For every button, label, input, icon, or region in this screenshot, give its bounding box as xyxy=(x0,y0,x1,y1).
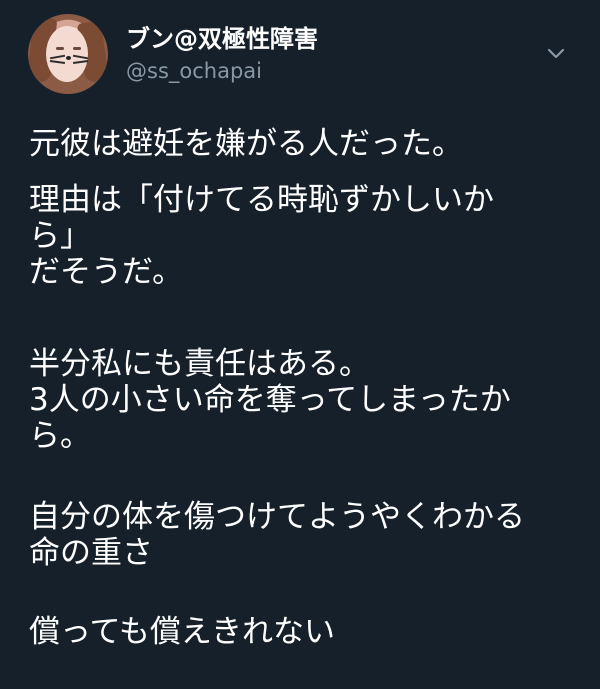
tweet-line: 償っても償えきれない xyxy=(29,614,335,650)
avatar[interactable] xyxy=(28,14,108,94)
tweet-line: だそうだ。 xyxy=(29,254,184,290)
user-names[interactable]: ブン@双極性障害 @ss_ochapai xyxy=(126,24,536,90)
tweet-header: ブン@双極性障害 @ss_ochapai xyxy=(28,14,588,98)
avatar-eye-right xyxy=(73,47,81,50)
tweet-line: 3人の小さい命を奪ってしまったか xyxy=(29,382,511,418)
tweet-line: ら」 xyxy=(29,218,91,254)
avatar-face xyxy=(46,26,88,82)
avatar-nose xyxy=(66,56,71,60)
tweet-line: 理由は「付けてる時恥ずかしいか xyxy=(29,182,494,218)
tweet-line: 命の重さ xyxy=(29,535,153,571)
tweet-line: 半分私にも責任はある。 xyxy=(29,346,370,382)
display-name[interactable]: ブン@双極性障害 xyxy=(126,24,318,54)
chevron-down-icon[interactable] xyxy=(542,40,570,68)
tweet-card: ブン@双極性障害 @ss_ochapai 元彼は避妊を嫌がる人だった。 理由は「… xyxy=(0,0,600,689)
tweet-line: 元彼は避妊を嫌がる人だった。 xyxy=(29,126,463,162)
avatar-eye-left xyxy=(56,47,64,50)
tweet-line: ら。 xyxy=(29,418,91,454)
tweet-line: 自分の体を傷つけてようやくわかる xyxy=(29,499,525,535)
user-handle[interactable]: @ss_ochapai xyxy=(126,58,262,84)
